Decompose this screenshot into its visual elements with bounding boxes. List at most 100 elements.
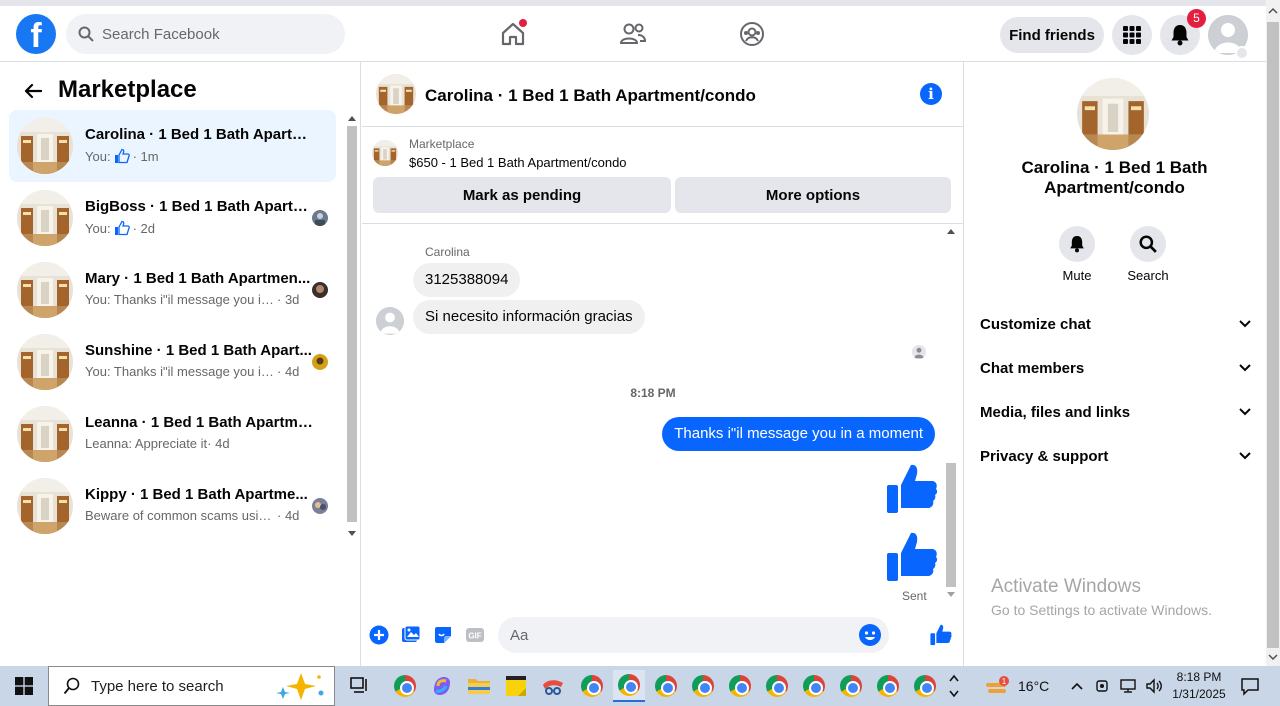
message-input[interactable] — [510, 626, 850, 644]
thumbs-up-sticker-icon[interactable] — [886, 463, 938, 515]
menu-button[interactable] — [1112, 15, 1152, 55]
emoji-button[interactable] — [859, 624, 881, 646]
weather-icon: 1 — [986, 676, 1009, 693]
notification-center-button[interactable] — [1234, 670, 1266, 702]
taskbar-chrome-window-2[interactable] — [650, 670, 682, 702]
start-button[interactable] — [0, 666, 48, 706]
weather-temperature: 16°C — [1018, 678, 1050, 694]
taskbar-chrome-window-3[interactable] — [687, 670, 719, 702]
scrollbar-thumb[interactable] — [1267, 22, 1279, 648]
scrollbar-thumb[interactable] — [347, 126, 357, 522]
incoming-message[interactable]: Si necesito información gracias — [413, 300, 645, 334]
incoming-message[interactable]: 3125388094 — [413, 263, 521, 297]
search-icon — [63, 677, 80, 695]
taskbar-chrome-window-7[interactable] — [835, 670, 867, 702]
listing-price[interactable]: $650 - 1 Bed 1 Bath Apartment/condo — [409, 155, 627, 170]
media-files-links-section[interactable]: Media, files and links — [973, 392, 1258, 432]
taskbar-chrome-window-8[interactable] — [872, 670, 904, 702]
search-in-chat-action[interactable]: Search — [1118, 226, 1178, 283]
conversation-item-kippy[interactable]: Kippy · 1 Bed 1 Bath Apartme... Beware o… — [9, 470, 336, 542]
chrome-icon — [394, 675, 416, 697]
message-input-box[interactable] — [498, 617, 889, 653]
info-icon[interactable]: i — [920, 83, 942, 105]
sent-status: Sent — [902, 589, 927, 603]
chat-members-section[interactable]: Chat members — [973, 348, 1258, 388]
seen-avatar — [312, 210, 328, 226]
customize-chat-section[interactable]: Customize chat — [973, 304, 1258, 344]
listing-banner-thumbnail[interactable] — [372, 140, 398, 166]
taskbar-file-explorer-app[interactable] — [463, 670, 495, 702]
nav-home-button[interactable] — [495, 16, 531, 52]
search-facebook-input[interactable] — [102, 25, 322, 43]
chevron-down-icon — [1239, 452, 1251, 460]
taskbar-search-box[interactable] — [48, 666, 335, 706]
attach-photo-button[interactable] — [401, 625, 421, 645]
svg-text:1: 1 — [1002, 677, 1007, 686]
taskbar-copilot-app[interactable] — [426, 670, 458, 702]
chat-info-thumbnail[interactable] — [1077, 78, 1149, 150]
conversation-item-sunshine[interactable]: Sunshine · 1 Bed 1 Bath Apart... You: Th… — [9, 326, 336, 398]
taskbar-clock[interactable]: 8:18 PM 1/31/2025 — [1168, 669, 1230, 703]
chat-listing-thumbnail[interactable] — [376, 74, 416, 114]
taskbar-snipping-app[interactable] — [537, 670, 569, 702]
search-facebook-box[interactable] — [66, 14, 345, 54]
conversation-item-bigboss[interactable]: BigBoss · 1 Bed 1 Bath Apartm... You: · … — [9, 182, 336, 254]
taskbar-chrome-profile-app[interactable] — [389, 670, 421, 702]
clock-date: 1/31/2025 — [1172, 687, 1226, 701]
system-tray[interactable] — [1070, 666, 1163, 706]
facebook-logo[interactable]: f — [16, 14, 56, 54]
listing-thumbnail — [17, 190, 73, 246]
back-button[interactable] — [20, 78, 46, 104]
chrome-icon — [581, 675, 603, 697]
weather-widget[interactable]: 1 16°C — [984, 666, 1049, 706]
sender-avatar[interactable] — [376, 307, 404, 335]
gif-button[interactable]: GIF — [465, 625, 485, 645]
chat-title[interactable]: Carolina · 1 Bed 1 Bath Apartment/condo — [425, 86, 756, 106]
privacy-support-section[interactable]: Privacy & support — [973, 436, 1258, 476]
nav-friends-button[interactable] — [615, 16, 651, 52]
taskbar-chrome-window-5[interactable] — [761, 670, 793, 702]
preview-snippet: You: Thanks i"il message you in ... — [85, 292, 277, 307]
chrome-icon — [692, 675, 714, 697]
more-actions-button[interactable] — [369, 625, 389, 645]
conversation-list-scrollbar[interactable] — [345, 112, 359, 542]
conversation-item-leanna[interactable]: Leanna · 1 Bed 1 Bath Apartmen... Leanna… — [9, 398, 336, 470]
conversation-item-carolina[interactable]: Carolina · 1 Bed 1 Bath Apartme... You: … — [9, 110, 336, 182]
notification-count-badge: 5 — [1187, 9, 1206, 28]
taskbar-chrome-window-4[interactable] — [724, 670, 756, 702]
listing-thumbnail — [17, 118, 73, 174]
conversation-name: Carolina · 1 Bed 1 Bath Apartme... — [85, 126, 317, 143]
watermark-title: Activate Windows — [991, 576, 1141, 597]
thumbs-up-sticker-icon[interactable] — [886, 531, 938, 583]
taskbar-sticky-notes-app[interactable] — [500, 670, 532, 702]
taskbar-chrome-window-active[interactable] — [613, 670, 645, 702]
more-options-button[interactable]: More options — [675, 177, 951, 213]
send-like-button[interactable] — [930, 624, 952, 646]
mute-action[interactable]: Mute — [1047, 226, 1107, 283]
message-thread-scrollbar[interactable] — [944, 225, 958, 605]
folder-icon — [468, 679, 490, 694]
sticker-button[interactable] — [433, 625, 453, 645]
chat-info-panel: Carolina · 1 Bed 1 Bath Apartment/condo … — [965, 62, 1266, 666]
conversation-preview: Beware of common scams using... · 4d — [85, 508, 299, 523]
taskbar-search-input[interactable] — [91, 677, 261, 695]
account-chevron-down-icon[interactable] — [1235, 46, 1249, 60]
mark-as-pending-button[interactable]: Mark as pending — [373, 177, 671, 213]
copilot-sparkle-icon — [276, 673, 324, 700]
chrome-icon — [803, 675, 825, 697]
outgoing-message[interactable]: Thanks i"il message you in a moment — [662, 417, 935, 451]
conversation-item-mary[interactable]: Mary · 1 Bed 1 Bath Apartmen... You: Tha… — [9, 254, 336, 326]
gif-icon: GIF — [466, 628, 484, 642]
taskbar-overflow-scroll[interactable] — [942, 670, 966, 702]
taskbar-chrome-window-6[interactable] — [798, 670, 830, 702]
message-thread: Carolina 3125388094 Si necesito informac… — [362, 225, 963, 605]
chevron-up-down-icon — [949, 674, 959, 698]
taskbar-chrome-window-1[interactable] — [576, 670, 608, 702]
task-view-button[interactable] — [344, 670, 376, 702]
nav-groups-button[interactable] — [734, 16, 770, 52]
notifications-button[interactable]: 5 — [1160, 9, 1206, 55]
page-scrollbar[interactable] — [1266, 0, 1280, 666]
find-friends-button[interactable]: Find friends — [1000, 17, 1104, 53]
taskbar-chrome-window-9[interactable] — [909, 670, 941, 702]
scrollbar-thumb[interactable] — [946, 463, 956, 587]
